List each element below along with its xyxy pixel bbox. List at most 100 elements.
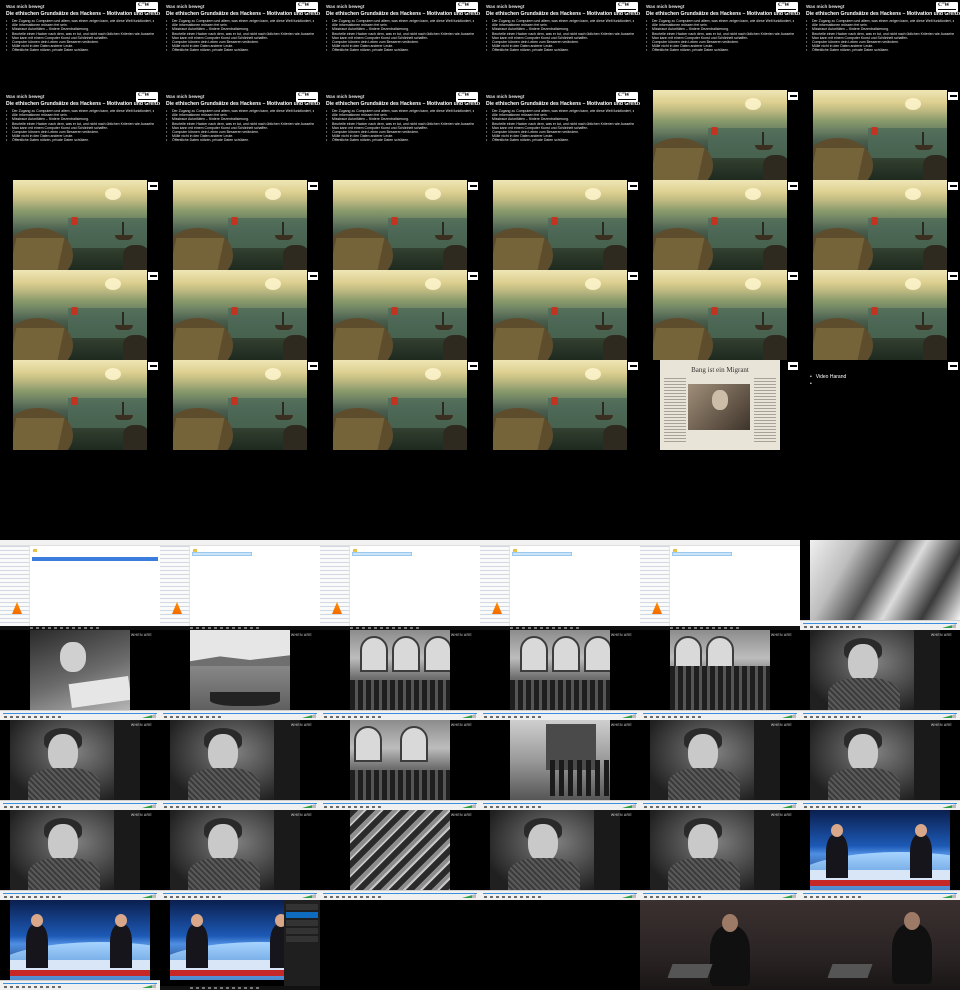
slide-thumbnail[interactable]: Was mich bewegt Die ethischen Grundsätze… (640, 0, 800, 90)
slide-thumbnail[interactable]: Was mich bewegt Die ethischen Grundsätze… (160, 90, 320, 180)
slide-thumbnail[interactable]: Was mich bewegt Die ethischen Grundsätze… (480, 90, 640, 180)
video-player-thumbnail[interactable]: WHEN ARE (0, 630, 160, 720)
painting-slide[interactable] (800, 90, 960, 180)
player-controls[interactable] (480, 710, 640, 720)
video-player-thumbnail[interactable]: WHEN ARE (0, 720, 160, 810)
file-explorer-thumbnail[interactable] (320, 540, 480, 630)
painting-slide[interactable] (320, 270, 480, 360)
taskbar[interactable] (160, 986, 320, 990)
slide-thumbnail[interactable]: Was mich bewegt Die ethischen Grundsätze… (320, 0, 480, 90)
file-explorer-thumbnail[interactable] (0, 540, 160, 630)
painting-slide[interactable] (0, 270, 160, 360)
slide-thumbnail[interactable]: Was mich bewegt Die ethischen Grundsätze… (0, 0, 160, 90)
player-controls[interactable] (800, 890, 960, 900)
icarus-painting (493, 270, 627, 360)
player-controls[interactable] (160, 800, 320, 810)
painting-slide[interactable] (640, 90, 800, 180)
player-controls[interactable] (160, 710, 320, 720)
painting-slide[interactable] (640, 180, 800, 270)
player-controls[interactable] (0, 710, 160, 720)
video-player-thumbnail[interactable]: WHEN ARE (480, 810, 640, 900)
player-controls[interactable] (320, 800, 480, 810)
slide-title: Die ethischen Grundsätze des Hackens – M… (6, 11, 160, 17)
video-player-thumbnail[interactable]: WHEN ARE (320, 720, 480, 810)
icarus-painting (653, 270, 787, 360)
slide-thumbnail[interactable]: Was mich bewegt Die ethischen Grundsätze… (480, 0, 640, 90)
painting-slide[interactable] (800, 270, 960, 360)
painting-slide[interactable] (480, 270, 640, 360)
painting-slide[interactable] (320, 360, 480, 450)
player-controls[interactable] (800, 620, 960, 630)
painting-slide[interactable] (160, 360, 320, 450)
video-player-thumbnail[interactable]: WHEN ARE (160, 810, 320, 900)
speaker-video-thumbnail[interactable] (640, 900, 800, 990)
video-player-thumbnail[interactable]: WHEN ARE (0, 810, 160, 900)
slide-title: Die ethischen Grundsätze des Hackens – M… (6, 101, 160, 107)
slide-kicker: Was mich bewegt (486, 94, 525, 99)
player-controls[interactable] (320, 890, 480, 900)
player-controls[interactable] (640, 890, 800, 900)
selected-file-row[interactable] (192, 552, 252, 556)
player-controls[interactable] (0, 980, 160, 990)
painting-slide[interactable] (640, 270, 800, 360)
selected-file-row[interactable] (512, 552, 572, 556)
selected-file-row[interactable] (32, 557, 158, 561)
video-player-thumbnail[interactable]: WHEN ARE (160, 630, 320, 720)
slide-thumbnail[interactable]: Was mich bewegt Die ethischen Grundsätze… (800, 0, 960, 90)
painting-slide[interactable] (480, 180, 640, 270)
video-player-thumbnail[interactable]: WHEN ARE (800, 720, 960, 810)
player-controls[interactable] (480, 800, 640, 810)
video-player-thumbnail[interactable] (800, 810, 960, 900)
video-watermark: WHEN ARE (290, 723, 312, 727)
video-player-thumbnail[interactable]: WHEN ARE (320, 810, 480, 900)
ccc-logo (948, 182, 958, 190)
video-player-thumbnail[interactable] (160, 900, 320, 990)
video-frame (670, 630, 770, 710)
selected-file-row[interactable] (352, 552, 412, 556)
video-player-thumbnail[interactable]: WHEN ARE (480, 630, 640, 720)
video-player-thumbnail[interactable]: WHEN ARE (640, 720, 800, 810)
player-controls[interactable] (640, 800, 800, 810)
painting-slide[interactable] (480, 360, 640, 450)
player-controls[interactable] (160, 890, 320, 900)
file-explorer-thumbnail[interactable] (160, 540, 320, 630)
player-controls[interactable] (480, 890, 640, 900)
icarus-painting (333, 270, 467, 360)
video-watermark: WHEN ARE (130, 723, 152, 727)
player-controls[interactable] (0, 800, 160, 810)
context-menu[interactable] (284, 900, 320, 986)
list-item: • Video Harand (810, 374, 847, 380)
video-player-thumbnail[interactable]: WHEN ARE (640, 810, 800, 900)
player-controls[interactable] (640, 710, 800, 720)
slide-thumbnail[interactable]: Was mich bewegt Die ethischen Grundsätze… (0, 90, 160, 180)
video-player-thumbnail[interactable]: WHEN ARE (160, 720, 320, 810)
player-controls[interactable] (0, 890, 160, 900)
slide-thumbnail[interactable]: • Video Harand • (800, 360, 960, 450)
video-player-thumbnail[interactable]: WHEN ARE (480, 720, 640, 810)
slide-thumbnail[interactable]: Was mich bewegt Die ethischen Grundsätze… (160, 0, 320, 90)
painting-slide[interactable] (800, 180, 960, 270)
painting-slide[interactable] (160, 270, 320, 360)
selected-file-row[interactable] (672, 552, 732, 556)
file-explorer-thumbnail[interactable] (480, 540, 640, 630)
painting-slide[interactable] (160, 180, 320, 270)
player-controls[interactable] (800, 710, 960, 720)
slide-thumbnail[interactable]: Was mich bewegt Die ethischen Grundsätze… (320, 90, 480, 180)
video-player-thumbnail[interactable]: WHEN ARE (640, 630, 800, 720)
painting-slide[interactable] (0, 180, 160, 270)
icarus-painting (13, 270, 147, 360)
painting-slide[interactable] (0, 360, 160, 450)
newspaper-slide[interactable]: Bang ist ein Migrant (640, 360, 800, 450)
video-player-thumbnail[interactable]: WHEN ARE (320, 630, 480, 720)
newspaper-clipping: Bang ist ein Migrant (660, 360, 780, 450)
video-watermark: WHEN ARE (770, 813, 792, 817)
video-player-thumbnail[interactable] (800, 540, 960, 630)
painting-slide[interactable] (320, 180, 480, 270)
player-controls[interactable] (800, 800, 960, 810)
ccc-logo (136, 2, 158, 12)
player-controls[interactable] (320, 710, 480, 720)
file-explorer-thumbnail[interactable] (640, 540, 800, 630)
video-player-thumbnail[interactable] (0, 900, 160, 990)
video-player-thumbnail[interactable]: WHEN ARE (800, 630, 960, 720)
speaker-video-thumbnail[interactable] (800, 900, 960, 990)
